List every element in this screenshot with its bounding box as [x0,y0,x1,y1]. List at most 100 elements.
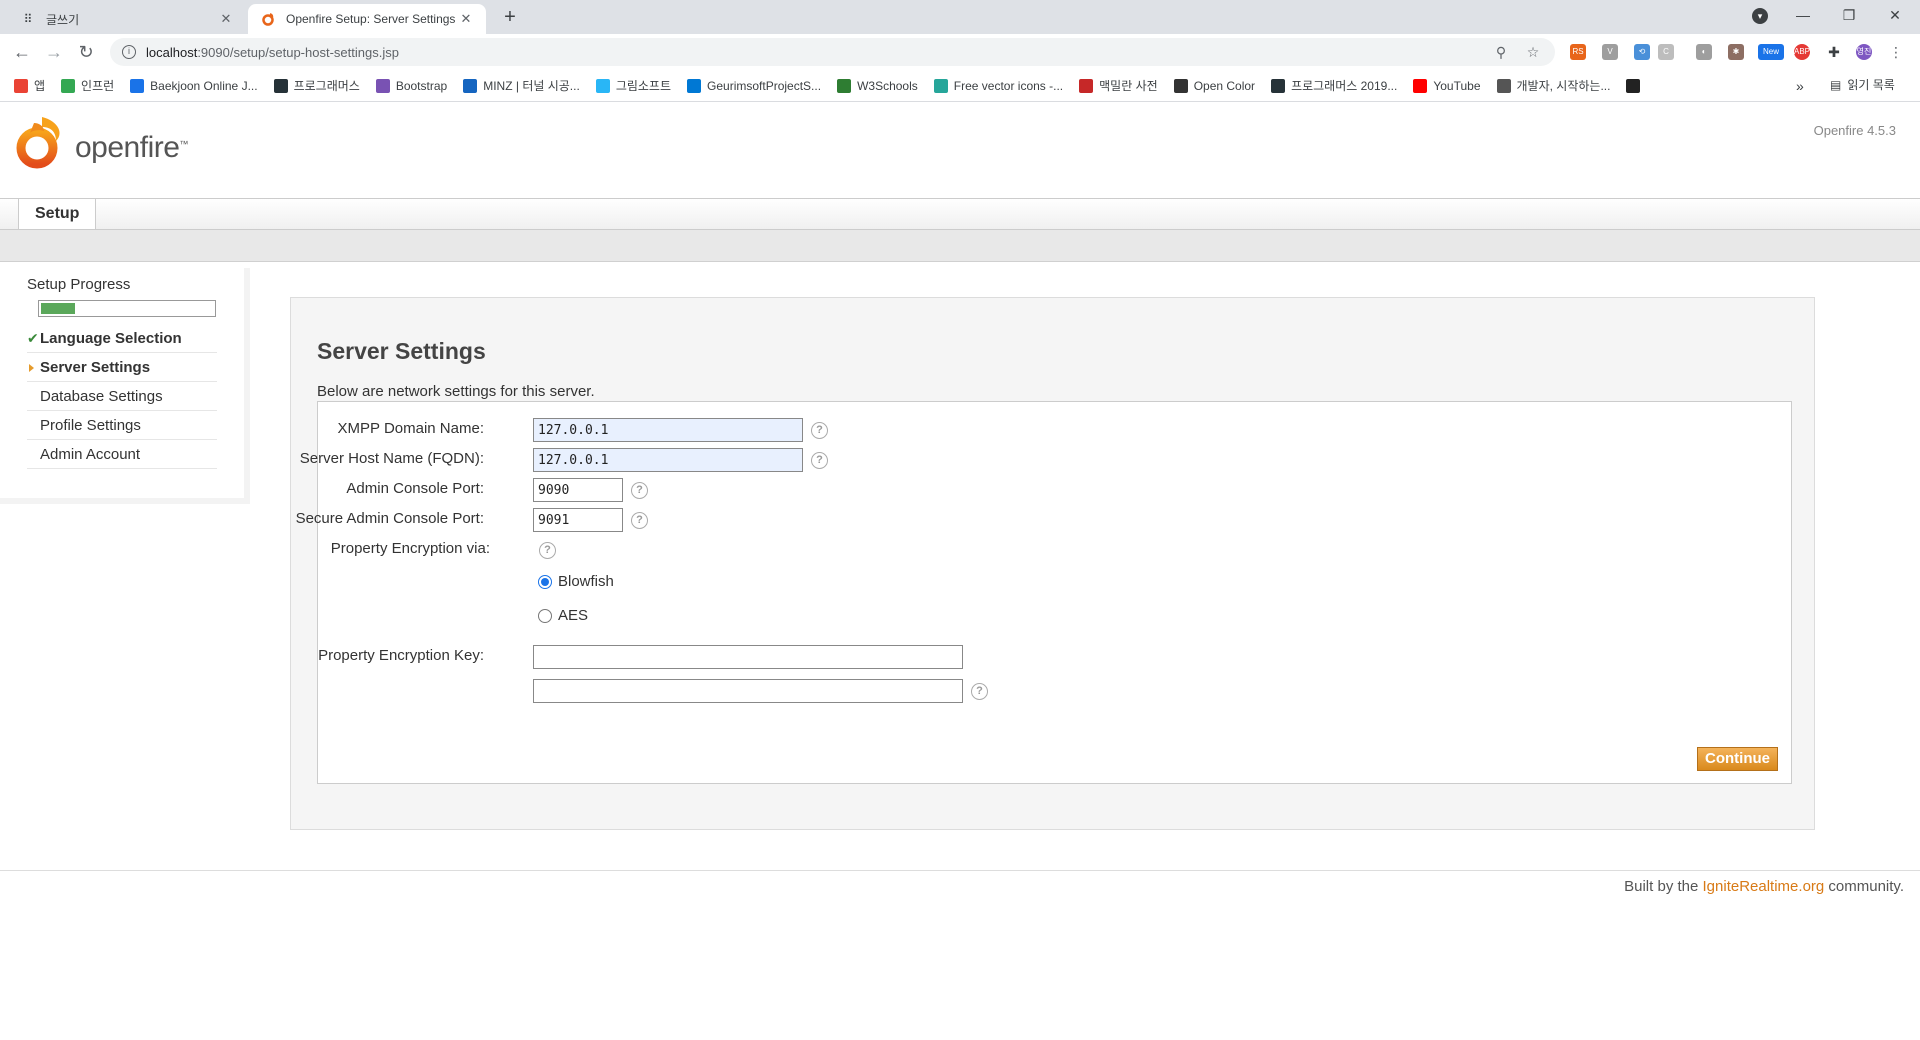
profile-avatar[interactable]: 영진 [1856,44,1872,60]
bookmark-favicon-icon [463,78,478,93]
help-icon[interactable]: ? [631,482,648,499]
host-name-input[interactable] [533,448,803,472]
bookmark-item[interactable]: Free vector icons -... [933,78,1063,93]
site-info-icon[interactable]: i [122,45,136,59]
setup-progress-title: Setup Progress [27,276,131,293]
sidebar-item-label: Admin Account [40,446,141,463]
reading-list-icon: ▤ [1830,77,1842,92]
bookmark-star-icon[interactable]: ☆ [1523,44,1543,61]
secure-admin-port-input[interactable] [533,508,623,532]
server-settings-form: XMPP Domain Name: ? Server Host Name (FQ… [296,401,1792,784]
window-close-button[interactable]: ✕ [1872,0,1918,30]
host-name-label: Server Host Name (FQDN): [299,450,484,467]
blowfish-radio[interactable] [538,574,552,589]
bookmark-label: Bootstrap [395,78,448,93]
sidebar-item-label: Database Settings [40,388,163,405]
url-text[interactable]: localhost:9090/setup/setup-host-settings… [146,45,1479,60]
setup-progress-bar [38,300,216,317]
bookmark-item[interactable]: W3Schools [837,78,918,93]
encryption-via-label: Property Encryption via: [330,540,490,557]
encryption-aes-option[interactable]: AES [538,607,588,624]
bookmark-item[interactable]: Baekjoon Online J... [130,78,258,93]
bookmark-favicon-icon [1413,78,1428,93]
bookmark-label: 앱 [34,79,46,93]
encryption-key-input[interactable] [533,645,963,669]
new-tab-button[interactable]: + [498,6,522,30]
forward-arrow-icon[interactable]: → [42,40,66,64]
sidebar-item-database-settings: Database Settings [27,382,217,411]
bookmark-item[interactable]: Open Color [1173,78,1255,93]
reading-list-button[interactable]: ▤ 읽기 목록 [1830,76,1895,93]
openfire-logo-text: openfire™ [75,131,188,164]
extension-rss-icon[interactable]: RS [1570,44,1586,60]
bookmark-item[interactable]: 프로그래머스 [273,77,360,94]
extension-bug-icon[interactable]: ✱ [1728,44,1744,60]
bookmark-item[interactable]: 개발자, 시작하는... [1496,77,1611,94]
sidebar-item-language-selection[interactable]: ✔ Language Selection [27,324,217,353]
bookmarks-overflow-icon[interactable]: » [1796,78,1804,94]
tab-search-icon[interactable]: ▾ [1752,8,1768,24]
close-icon[interactable]: ✕ [218,11,234,27]
extension-c-icon[interactable]: C [1658,44,1674,60]
extension-moon-icon[interactable]: ◐ [1696,44,1712,60]
xmpp-domain-input[interactable] [533,418,803,442]
extension-new-icon[interactable]: New [1758,44,1784,60]
reading-list-label: 읽기 목록 [1847,78,1895,92]
bookmark-favicon-icon [687,78,702,93]
address-bar[interactable]: i localhost:9090/setup/setup-host-settin… [110,38,1555,66]
bookmark-item[interactable]: 앱 [14,77,45,94]
extension-vue-icon[interactable]: V [1602,44,1618,60]
browser-toolbar: ← → ↻ i localhost:9090/setup/setup-host-… [0,34,1920,70]
bookmark-item[interactable]: YouTube [1413,78,1481,93]
bookmark-item[interactable]: MINZ | 터널 시공... [463,77,580,94]
minimize-button[interactable]: — [1780,0,1826,30]
bookmarks-bar: 앱 인프런 Baekjoon Online J... 프로그래머스 Bootstrap M… [0,70,1920,102]
extension-adblock-icon[interactable]: ABP [1794,44,1810,60]
extensions-puzzle-icon[interactable]: ✚ [1826,44,1842,60]
page-title: Server Settings [317,338,486,364]
secure-admin-port-label: Secure Admin Console Port: [295,510,484,527]
bookmark-label: 그림소프트 [615,79,672,93]
encryption-blowfish-option[interactable]: Blowfish [538,573,614,590]
checkmark-icon: ✔ [27,330,39,346]
bookmark-item[interactable] [1626,78,1646,93]
help-icon[interactable]: ? [631,512,648,529]
bookmark-label: 개발자, 시작하는... [1516,79,1611,93]
close-icon[interactable]: ✕ [458,11,474,27]
reload-icon[interactable]: ↻ [74,40,98,64]
browser-menu-icon[interactable]: ⋮ [1888,44,1904,60]
help-icon[interactable]: ? [539,542,556,559]
ignite-realtime-link[interactable]: IgniteRealtime.org [1703,878,1825,895]
openfire-header: openfire™ Openfire 4.5.3 [0,103,1920,198]
bookmark-favicon-icon [1079,78,1094,93]
bookmark-item[interactable]: GeurimsoftProjectS... [687,78,821,93]
back-arrow-icon[interactable]: ← [10,40,34,64]
encryption-key-confirm-input[interactable] [533,679,963,703]
continue-button[interactable]: Continue [1697,747,1778,771]
bookmark-item[interactable]: 맥밀란 사전 [1079,77,1158,94]
bookmark-item[interactable]: 프로그래머스 2019... [1271,77,1397,94]
bookmark-item[interactable]: Bootstrap [375,78,448,93]
sidebar-item-server-settings: Server Settings [27,353,217,382]
bookmark-item[interactable]: 인프런 [61,77,114,94]
extension-sync-icon[interactable]: ⟲ [1634,44,1650,60]
help-icon[interactable]: ? [971,683,988,700]
bookmark-label: Baekjoon Online J... [150,78,258,93]
zoom-icon[interactable]: ⚲ [1491,44,1511,61]
xmpp-domain-label: XMPP Domain Name: [337,420,484,437]
browser-tab-openfire[interactable]: Openfire Setup: Server Settings ✕ [248,4,486,34]
bookmark-label: 프로그래머스 [293,79,360,93]
admin-port-input[interactable] [533,478,623,502]
bookmark-favicon-icon [1271,78,1286,93]
browser-tab-write[interactable]: ⠿ 글쓰기 ✕ [8,4,246,34]
help-icon[interactable]: ? [811,452,828,469]
footer-text: Built by the IgniteRealtime.org communit… [1624,878,1904,895]
tab-setup[interactable]: Setup [18,199,97,229]
help-icon[interactable]: ? [811,422,828,439]
setup-progress-sidebar: Setup Progress ✔ Language Selection Serv… [0,268,250,504]
bookmark-favicon-icon [1496,78,1511,93]
restore-button[interactable]: ❐ [1826,0,1872,30]
bookmark-item[interactable]: 그림소프트 [595,77,672,94]
aes-radio[interactable] [538,608,552,623]
encryption-key-label: Property Encryption Key: [318,647,484,664]
